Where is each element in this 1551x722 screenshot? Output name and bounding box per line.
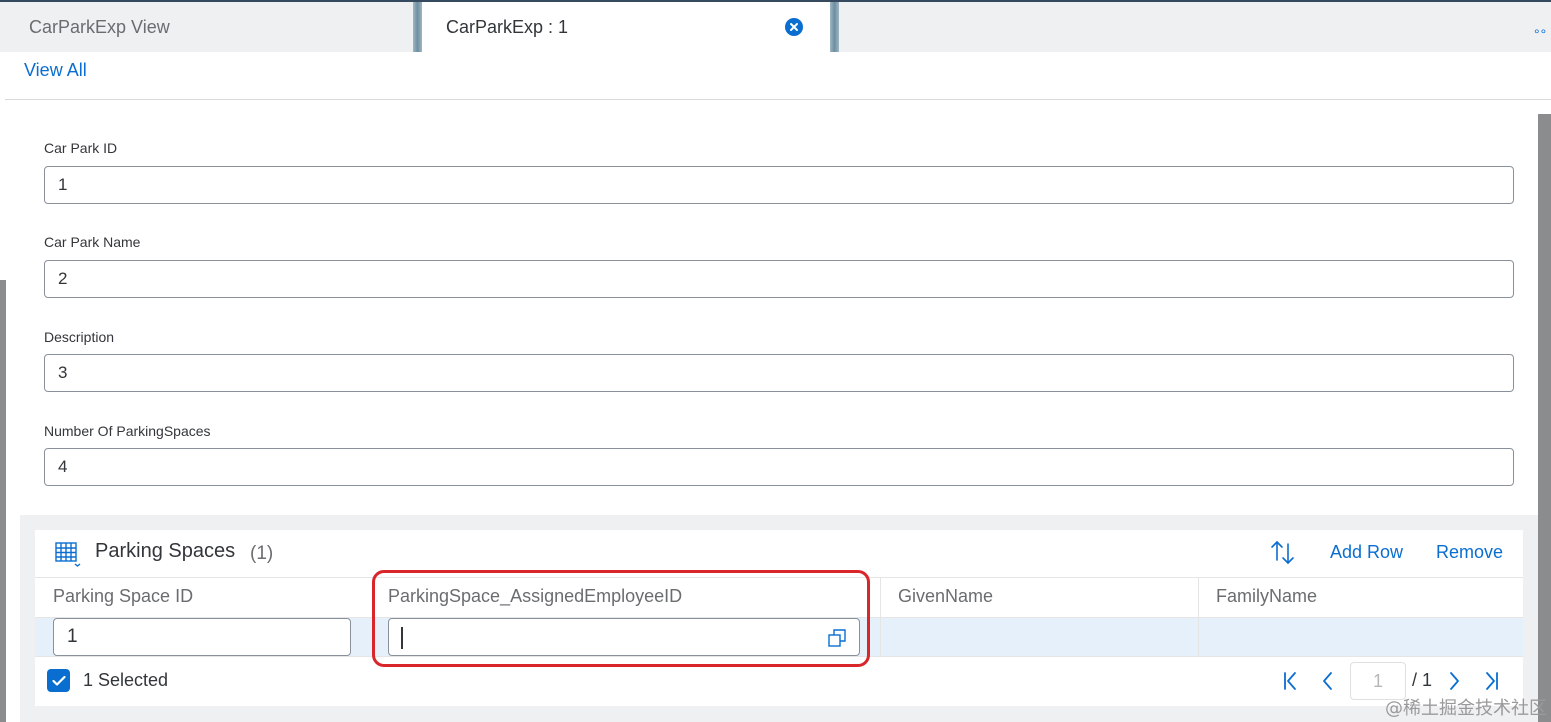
car-park-name-label: Car Park Name [44, 234, 141, 250]
annotation-highlight-box [372, 570, 870, 667]
tab-carparkexp-1[interactable]: CarParkExp : 1 [422, 2, 830, 52]
number-of-parking-spaces-input[interactable]: 4 [44, 448, 1514, 486]
description-input[interactable]: 3 [44, 354, 1514, 392]
first-page-icon[interactable] [1281, 670, 1301, 692]
column-separator [1198, 578, 1199, 656]
last-page-icon[interactable] [1481, 670, 1501, 692]
column-header-family-name[interactable]: FamilyName [1216, 586, 1317, 607]
close-icon[interactable] [785, 18, 803, 36]
tab-separator [413, 2, 422, 52]
table-count: (1) [250, 543, 274, 564]
cell-value: 1 [67, 626, 78, 647]
car-park-name-input[interactable]: 2 [44, 260, 1514, 298]
divider [5, 99, 1551, 100]
field-value: 3 [58, 363, 68, 382]
selected-count: 1 Selected [83, 670, 169, 690]
add-row-button[interactable]: Add Row [1330, 542, 1403, 563]
next-page-icon[interactable] [1444, 670, 1464, 692]
left-scrollbar[interactable] [0, 280, 6, 722]
description-label: Description [44, 329, 115, 345]
right-scrollbar[interactable] [1538, 114, 1551, 722]
overflow-icon[interactable]: °° [1534, 26, 1547, 42]
tab-carparkexp-view[interactable]: CarParkExp View [5, 2, 413, 52]
table-title: Parking Spaces [95, 540, 236, 562]
watermark: @稀土掘金技术社区 [1385, 698, 1547, 719]
parking-space-id-input[interactable]: 1 [53, 618, 351, 656]
number-of-parking-spaces-label: Number Of ParkingSpaces [44, 423, 211, 439]
remove-button[interactable]: Remove [1436, 542, 1503, 563]
car-park-id-label: Car Park ID [44, 140, 118, 156]
sort-icon[interactable] [1268, 538, 1298, 566]
tab-separator [830, 2, 839, 52]
table-icon [55, 542, 81, 567]
field-value: 2 [58, 269, 68, 288]
tab-label: CarParkExp : 1 [446, 16, 569, 37]
previous-page-icon[interactable] [1318, 670, 1338, 692]
view-all-link[interactable]: View All [24, 60, 87, 81]
tab-label: CarParkExp View [29, 16, 170, 37]
page-total: / 1 [1412, 670, 1433, 690]
column-separator [880, 578, 881, 656]
car-park-id-input[interactable]: 1 [44, 166, 1514, 204]
column-header-parking-space-id[interactable]: Parking Space ID [53, 586, 193, 607]
field-value: 4 [58, 457, 68, 476]
tab-strip: CarParkExp View CarParkExp : 1 °° [0, 2, 1551, 52]
select-all-checkbox[interactable] [47, 669, 70, 692]
field-value: 1 [58, 175, 68, 194]
column-header-given-name[interactable]: GivenName [898, 586, 993, 607]
